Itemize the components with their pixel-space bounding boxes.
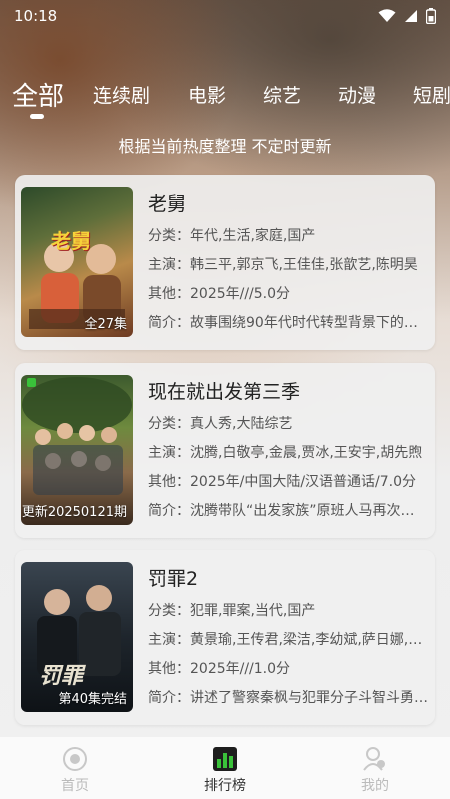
poster-title-art: 罚罪	[39, 664, 84, 689]
other-label: 其他：	[148, 474, 190, 490]
cast-row: 主演：黄景瑜,王传君,梁洁,李幼斌,萨日娜,王劲松	[148, 629, 428, 649]
desc-row: 简介：沈腾带队“出发家族”原班人马再次出发	[148, 500, 428, 520]
category-row: 分类：真人秀,大陆综艺	[148, 413, 428, 433]
poster-image: 老舅 全27集	[21, 187, 133, 337]
desc-label: 简介：	[148, 690, 190, 706]
desc-label: 简介：	[148, 315, 190, 331]
other-value: 2025年///5.0分	[190, 286, 291, 302]
signal-icon	[405, 10, 417, 22]
tab-variety[interactable]: 综艺	[263, 81, 301, 108]
category-label: 分类：	[148, 228, 190, 244]
category-value: 犯罪,罪案,当代,国产	[190, 603, 316, 619]
cast-label: 主演：	[148, 257, 190, 273]
active-tab-indicator	[30, 114, 44, 119]
card-title: 老舅	[148, 193, 187, 215]
poster-image: 罚罪 第40集完结	[21, 562, 133, 712]
wifi-icon	[378, 9, 396, 22]
tab-series[interactable]: 连续剧	[93, 81, 150, 108]
cast-value: 黄景瑜,王传君,梁洁,李幼斌,萨日娜,王劲松	[190, 632, 428, 648]
status-icons	[378, 8, 436, 24]
ranking-card[interactable]: 罚罪 第40集完结 罚罪2 分类：犯罪,罪案,当代,国产 主演：黄景瑜,王传君,…	[15, 550, 435, 725]
desc-value: 沈腾带队“出发家族”原班人马再次出发	[190, 503, 428, 519]
episode-badge: 更新20250121期	[21, 505, 127, 520]
cast-value: 韩三平,郭京飞,王佳佳,张歆艺,陈明昊	[190, 257, 418, 273]
poster-title-art: 老舅	[51, 229, 91, 253]
desc-value: 故事围绕90年代时代转型背景下的东北	[190, 315, 428, 331]
status-time: 10:18	[14, 7, 58, 25]
desc-value: 讲述了警察秦枫与犯罪分子斗智斗勇的故事	[190, 690, 428, 706]
tab-movies[interactable]: 电影	[188, 81, 226, 108]
other-label: 其他：	[148, 661, 190, 677]
profile-icon	[363, 747, 385, 771]
home-icon	[63, 747, 87, 771]
category-row: 分类：年代,生活,家庭,国产	[148, 225, 428, 245]
nav-home-label: 首页	[61, 778, 89, 794]
nav-ranking-label: 排行榜	[204, 778, 246, 794]
desc-label: 简介：	[148, 503, 190, 519]
bottom-tab-bar: 首页 排行榜 我的	[0, 737, 450, 799]
other-value: 2025年/中国大陆/汉语普通话/7.0分	[190, 474, 417, 490]
nav-ranking[interactable]: 排行榜	[150, 737, 300, 799]
cast-value: 沈腾,白敬亭,金晨,贾冰,王安宇,胡先煦	[190, 445, 423, 461]
other-row: 其他：2025年/中国大陆/汉语普通话/7.0分	[148, 471, 428, 491]
ranking-card[interactable]: 更新20250121期 现在就出发第三季 分类：真人秀,大陆综艺 主演：沈腾,白…	[15, 363, 435, 538]
other-row: 其他：2025年///5.0分	[148, 283, 428, 303]
nav-profile-label: 我的	[361, 778, 389, 794]
ranking-subtitle: 根据当前热度整理 不定时更新	[118, 137, 332, 156]
battery-icon	[426, 8, 436, 24]
nav-profile[interactable]: 我的	[300, 737, 450, 799]
episode-badge: 全27集	[84, 317, 127, 332]
cast-label: 主演：	[148, 445, 190, 461]
tab-anime[interactable]: 动漫	[338, 81, 376, 108]
card-title: 现在就出发第三季	[148, 381, 301, 403]
ranking-card[interactable]: 老舅 全27集 老舅 分类：年代,生活,家庭,国产 主演：韩三平,郭京飞,王佳佳…	[15, 175, 435, 350]
status-bar: 10:18	[0, 0, 450, 32]
other-value: 2025年///1.0分	[190, 661, 291, 677]
category-row: 分类：犯罪,罪案,当代,国产	[148, 600, 428, 620]
episode-badge: 第40集完结	[58, 692, 127, 707]
tab-all[interactable]: 全部	[12, 76, 64, 113]
ranking-icon	[213, 747, 237, 771]
category-tabs: 全部 连续剧 电影 综艺 动漫 短剧	[0, 70, 450, 120]
card-title: 罚罪2	[148, 568, 199, 590]
category-value: 真人秀,大陆综艺	[190, 416, 293, 432]
cast-label: 主演：	[148, 632, 190, 648]
tab-short-drama[interactable]: 短剧	[413, 81, 450, 108]
poster-image: 更新20250121期	[21, 375, 133, 525]
desc-row: 简介：讲述了警察秦枫与犯罪分子斗智斗勇的故事	[148, 687, 428, 707]
category-value: 年代,生活,家庭,国产	[190, 228, 316, 244]
desc-row: 简介：故事围绕90年代时代转型背景下的东北	[148, 312, 428, 332]
other-label: 其他：	[148, 286, 190, 302]
other-row: 其他：2025年///1.0分	[148, 658, 428, 678]
category-label: 分类：	[148, 603, 190, 619]
nav-home[interactable]: 首页	[0, 737, 150, 799]
cast-row: 主演：沈腾,白敬亭,金晨,贾冰,王安宇,胡先煦	[148, 442, 428, 462]
cast-row: 主演：韩三平,郭京飞,王佳佳,张歆艺,陈明昊	[148, 254, 428, 274]
category-label: 分类：	[148, 416, 190, 432]
